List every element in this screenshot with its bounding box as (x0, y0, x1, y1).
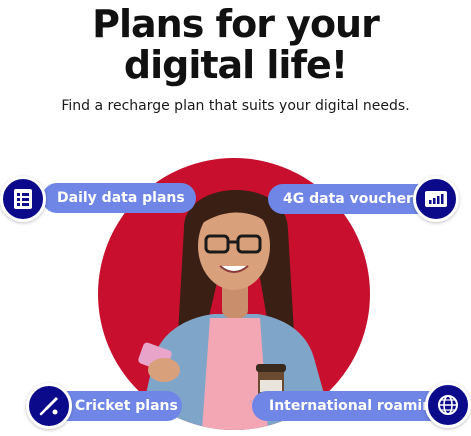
list-document-icon (14, 189, 32, 209)
globe-icon (438, 395, 458, 415)
page-headline: Plans for your digital life! (0, 4, 471, 86)
4g-data-vouchers-button[interactable]: 4G data vouchers (268, 184, 436, 214)
4g-data-vouchers-icon-button[interactable] (413, 176, 459, 222)
signal-bars-icon (425, 191, 447, 207)
international-roaming-icon-button[interactable] (425, 382, 471, 428)
page-subtitle: Find a recharge plan that suits your dig… (61, 98, 410, 114)
international-roaming-button[interactable]: International roaming (252, 391, 448, 421)
cricket-plans-icon-button[interactable] (26, 383, 72, 429)
4g-data-vouchers-label: 4G data vouchers (283, 191, 422, 207)
daily-data-plans-button[interactable]: Daily data plans (42, 183, 196, 213)
cricket-bat-icon (39, 397, 58, 416)
daily-data-plans-label: Daily data plans (57, 190, 185, 206)
daily-data-plans-icon-button[interactable] (0, 176, 46, 222)
headline-line-2: digital life! (123, 43, 348, 87)
cricket-plans-label: Cricket plans (75, 398, 178, 414)
headline-line-1: Plans for your (92, 2, 380, 46)
international-roaming-label: International roaming (269, 398, 443, 414)
